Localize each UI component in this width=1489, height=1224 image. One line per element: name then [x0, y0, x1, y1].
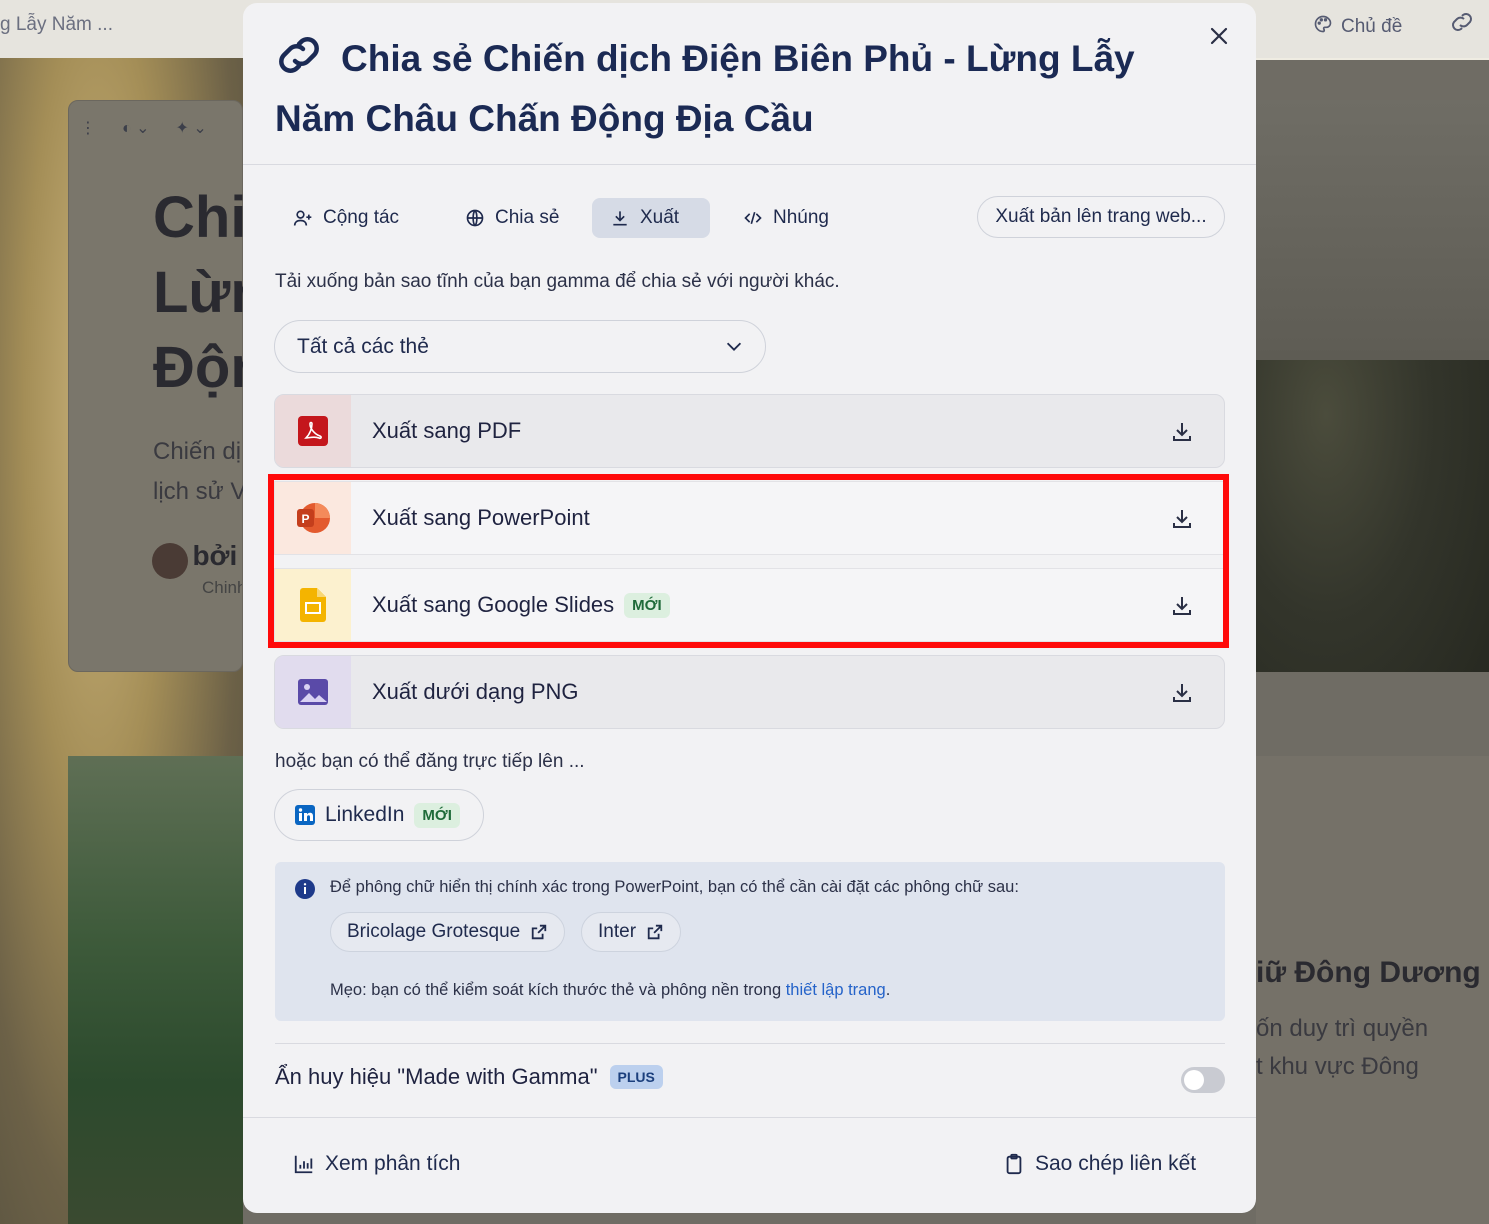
link-icon[interactable] [1450, 12, 1474, 38]
avatar [152, 542, 188, 579]
external-link-icon [532, 924, 547, 940]
modal-title: Chia sẻ Chiến dịch Điện Biên Phủ - Lừng … [275, 38, 1135, 139]
next-card-heading: iữ Đông Dương [1256, 956, 1481, 989]
font-info-box: Để phông chữ hiển thị chính xác trong Po… [275, 862, 1225, 1021]
copy-link-button[interactable]: Sao chép liên kết [1003, 1152, 1196, 1176]
tab-share[interactable]: Chia sẻ [447, 198, 577, 238]
download-icon[interactable] [1170, 594, 1194, 618]
external-link-icon [647, 924, 663, 940]
author: bởi [152, 540, 242, 579]
chevron-down-icon [726, 342, 742, 351]
card-title: Chi Lừn Độn [153, 185, 243, 400]
hide-badge-toggle[interactable] [1181, 1067, 1225, 1093]
image-icon [275, 656, 351, 728]
font-link-bricolage[interactable]: Bricolage Grotesque [330, 912, 566, 952]
pdf-icon [275, 395, 351, 467]
publish-web-button[interactable]: Xuất bản lên trang web... [977, 196, 1225, 238]
add-user-icon [293, 210, 312, 226]
modal-footer: Xem phân tích Sao chép liên kết [243, 1117, 1256, 1213]
palette-icon[interactable]: ◐ ⌄ [122, 118, 150, 138]
sparkle-icon[interactable]: ✦ ⌄ [176, 118, 207, 138]
linkedin-button[interactable]: LinkedIn MỚI [274, 789, 484, 841]
photo-sky [1256, 100, 1489, 360]
theme-label: Chủ đề [1341, 16, 1403, 37]
more-icon[interactable]: ⋮ [80, 118, 96, 138]
export-options: Xuất sang PDF P Xuất sang PowerPoint Xuấ… [274, 394, 1225, 742]
next-card [1256, 756, 1489, 1224]
next-card-text: ốn duy trì quyền t khu vực Đông [1256, 1015, 1429, 1080]
export-png[interactable]: Xuất dưới dạng PNG [274, 655, 1225, 729]
plus-badge: PLUS [609, 1065, 663, 1089]
export-description: Tải xuống bản sao tĩnh của bạn gamma để … [275, 271, 840, 292]
card-range-select[interactable]: Tất cả các thẻ [274, 320, 766, 373]
palette-icon [1313, 14, 1333, 40]
tab-collaborate[interactable]: Cộng tác [275, 198, 417, 238]
breadcrumb[interactable]: g Lẫy Năm ... [0, 14, 113, 36]
page-setup-tip: Mẹo: bạn có thể kiểm soát kích thước thẻ… [330, 981, 891, 999]
forest-image [68, 756, 243, 1224]
font-info-text: Để phông chữ hiển thị chính xác trong Po… [330, 878, 1019, 896]
close-icon [1210, 27, 1228, 45]
tab-embed[interactable]: Nhúng [725, 198, 847, 238]
globe-icon [466, 209, 484, 227]
tab-export[interactable]: Xuất [592, 198, 710, 238]
modal-header: Chia sẻ Chiến dịch Điện Biên Phủ - Lừng … [243, 3, 1256, 165]
author-name: Chinh [202, 578, 242, 597]
export-google-slides[interactable]: Xuất sang Google Slides MỚI [274, 568, 1225, 642]
card-description: Chiến dị lịch sử V [153, 438, 243, 505]
svg-text:P: P [301, 512, 309, 526]
new-badge: MỚI [414, 802, 460, 828]
hide-badge-label: Ẩn huy hiệu "Made with Gamma" [275, 1064, 598, 1089]
close-button[interactable] [1205, 23, 1233, 51]
linkedin-icon [295, 805, 315, 825]
clipboard-icon [1006, 1153, 1022, 1175]
download-icon [613, 211, 627, 226]
powerpoint-icon: P [275, 482, 351, 554]
download-icon[interactable] [1170, 420, 1194, 444]
download-icon[interactable] [1170, 507, 1194, 531]
linkedin-label: LinkedIn [325, 803, 405, 826]
page-setup-link[interactable]: thiết lập trang [786, 981, 886, 999]
font-link-inter[interactable]: Inter [581, 912, 682, 952]
chart-icon [294, 1155, 313, 1174]
post-directly-text: hoặc bạn có thể đăng trực tiếp lên ... [275, 751, 585, 772]
card-toolbar: ⋮ ◐ ⌄ ✦ ⌄ [80, 118, 207, 138]
info-icon [295, 879, 315, 899]
view-analytics-button[interactable]: Xem phân tích [293, 1152, 460, 1176]
export-pdf[interactable]: Xuất sang PDF [274, 394, 1225, 468]
export-powerpoint[interactable]: P Xuất sang PowerPoint [274, 481, 1225, 555]
hide-badge-setting: Ẩn huy hiệu "Made with Gamma" PLUS [275, 1064, 663, 1090]
share-modal: Chia sẻ Chiến dịch Điện Biên Phủ - Lừng … [243, 3, 1256, 1213]
share-tabs: Cộng tác Chia sẻ Xuất Nhúng Xuất bản lên… [275, 196, 1225, 240]
code-icon [744, 211, 762, 225]
theme-button[interactable]: Chủ đề [1313, 14, 1402, 40]
new-badge: MỚI [624, 592, 670, 618]
google-slides-icon [275, 569, 351, 641]
download-icon[interactable] [1170, 681, 1194, 705]
card-range-value: Tất cả các thẻ [297, 334, 429, 358]
divider [275, 1043, 1225, 1044]
